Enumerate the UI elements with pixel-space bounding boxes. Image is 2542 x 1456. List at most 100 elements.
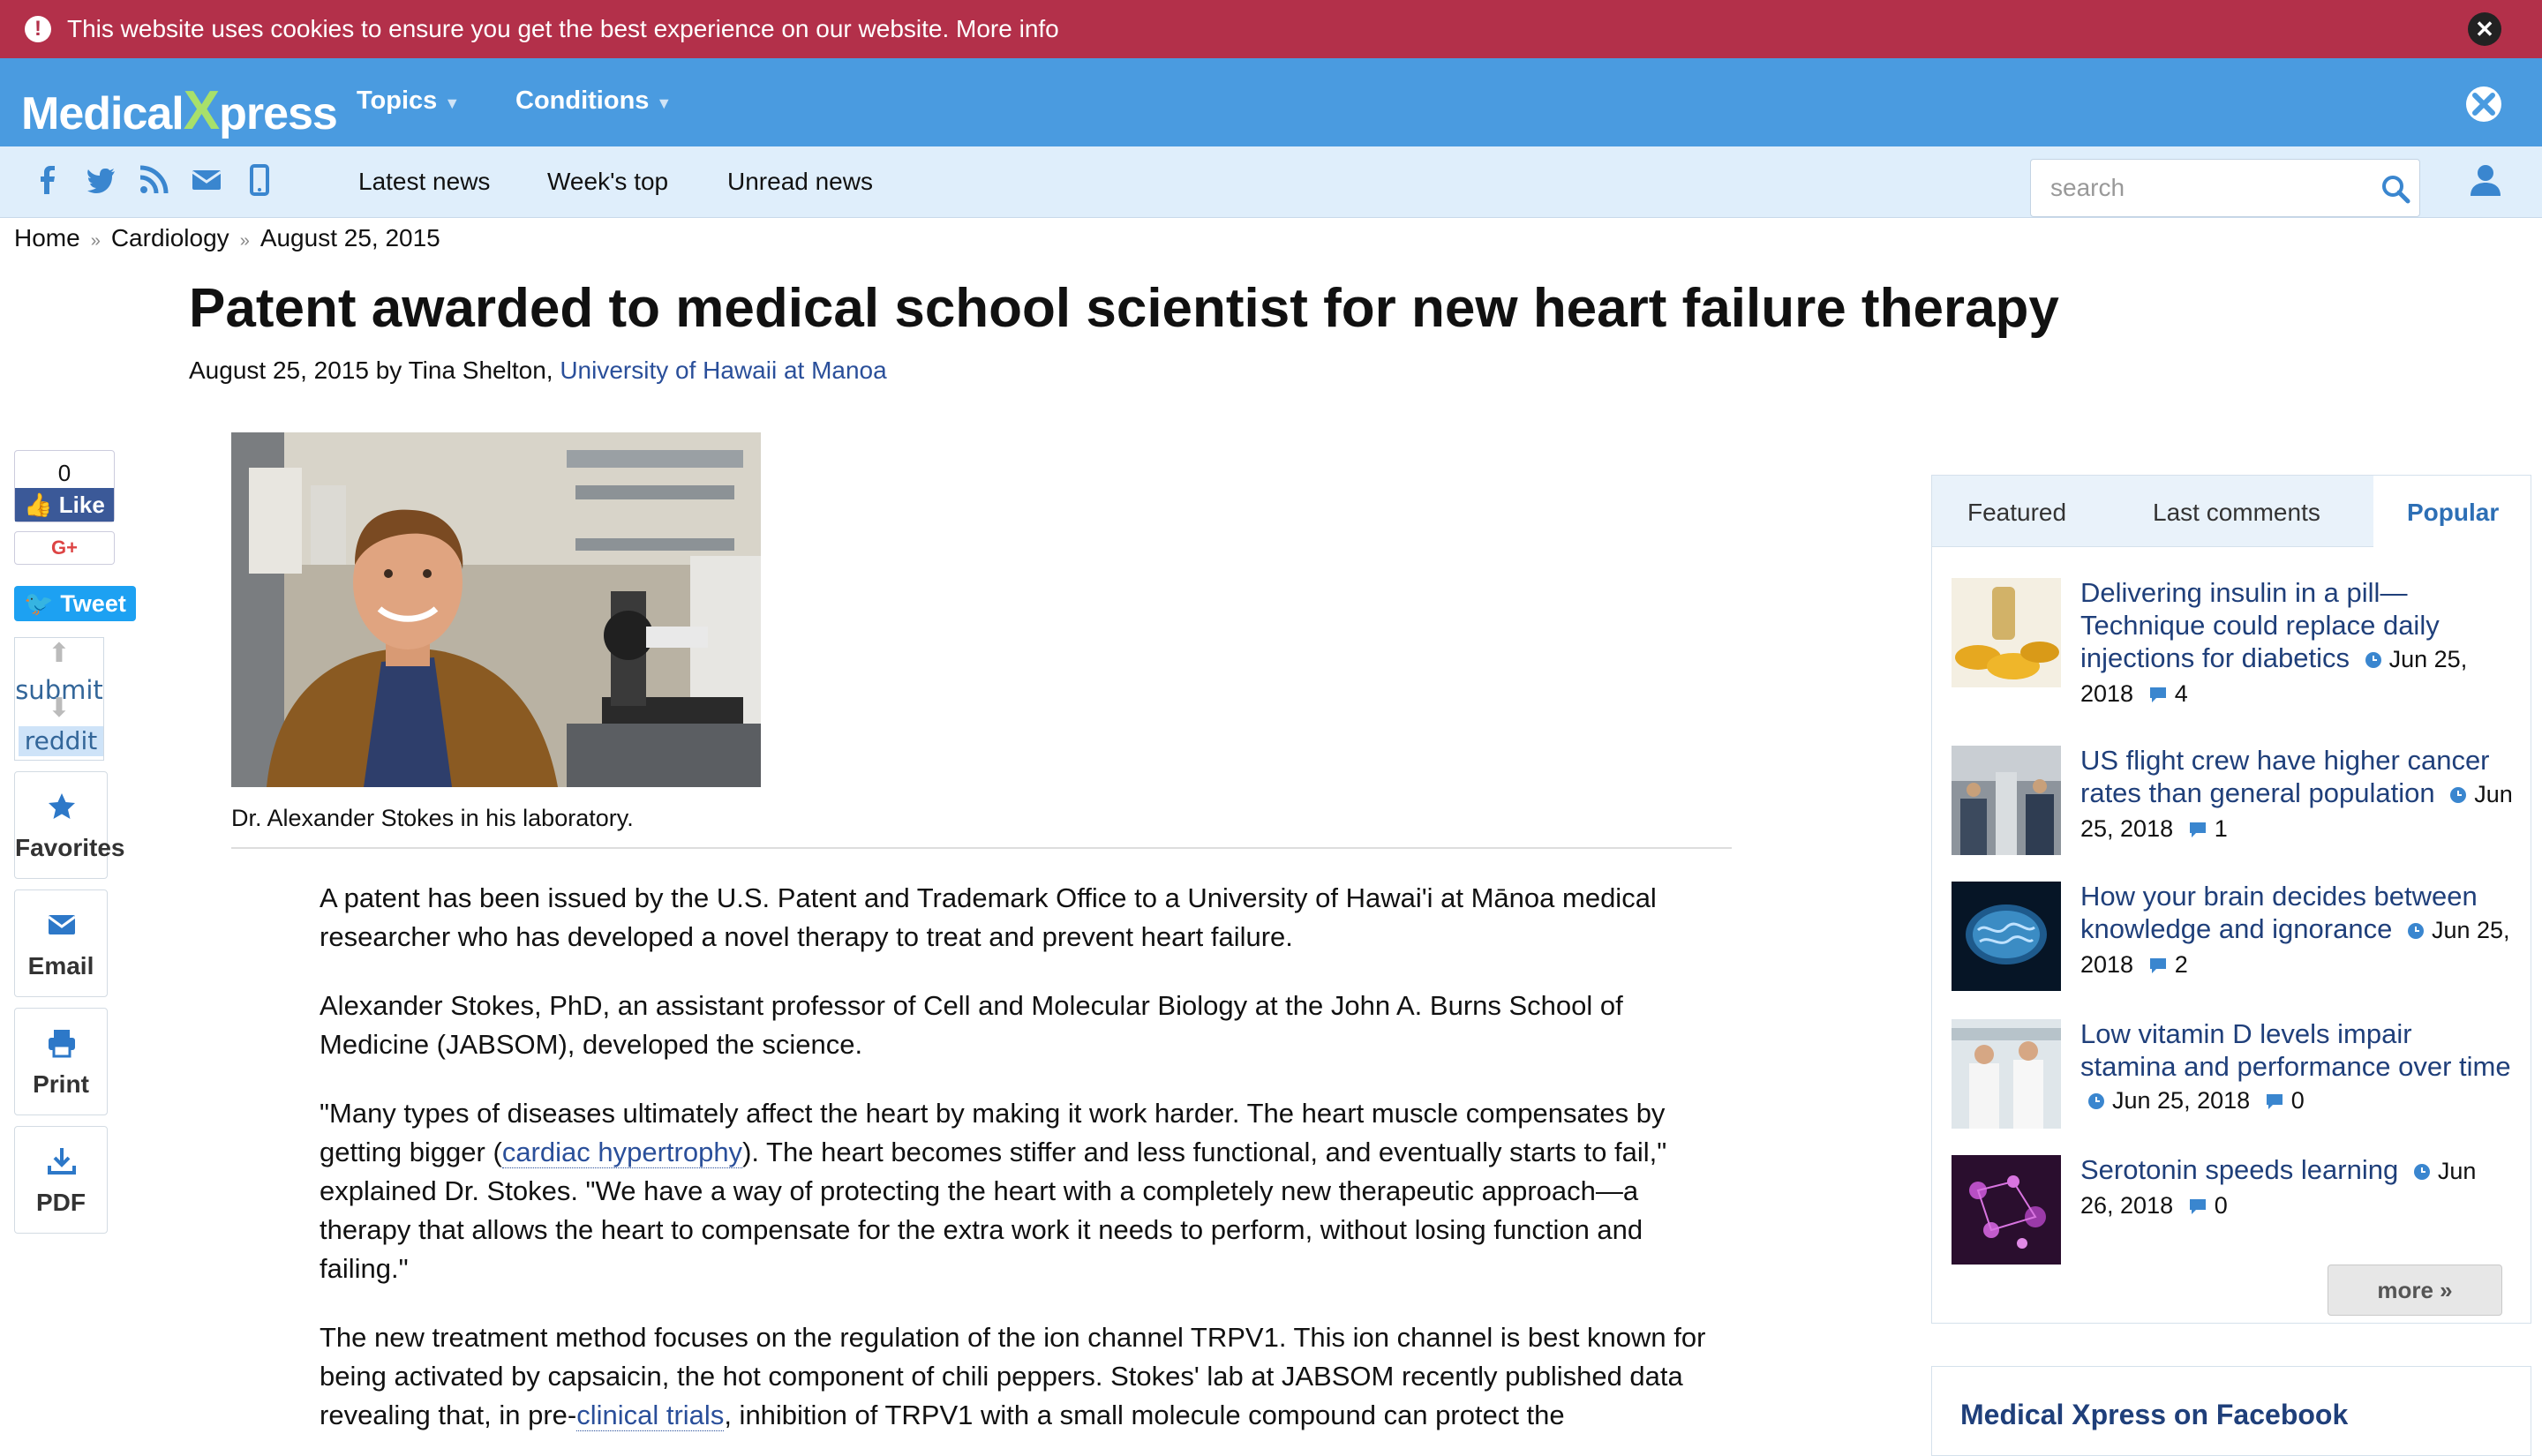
tab-last-comments[interactable]: Last comments xyxy=(2153,499,2320,527)
upvote-arrow-icon[interactable]: ⬆ xyxy=(15,638,103,669)
author-name: Tina Shelton, xyxy=(408,356,553,384)
search-input[interactable] xyxy=(2049,167,2352,209)
downvote-arrow-icon[interactable]: ⬇ xyxy=(15,693,103,724)
facebook-like-widget[interactable]: 0 👍 Like xyxy=(14,450,115,522)
clock-icon xyxy=(2088,1092,2104,1109)
story-thumbnail[interactable] xyxy=(1952,578,2061,687)
pdf-button[interactable]: PDF xyxy=(14,1126,108,1234)
paragraph-text: , inhibition of TRPV1 with a small molec… xyxy=(724,1400,1565,1430)
cookie-message: This website uses cookies to ensure you … xyxy=(67,15,1059,43)
breadcrumb: Home » Cardiology » August 25, 2015 xyxy=(14,224,440,252)
favorites-button[interactable]: Favorites xyxy=(14,771,125,879)
article-photo[interactable] xyxy=(231,432,761,787)
mail-icon[interactable] xyxy=(191,164,222,196)
comment-count: 4 xyxy=(2174,680,2188,707)
byline: August 25, 2015 by Tina Shelton, Univers… xyxy=(189,356,887,385)
reddit-label: reddit xyxy=(19,726,103,756)
comment-count: 0 xyxy=(2290,1087,2305,1114)
cardiac-hypertrophy-link[interactable]: cardiac hypertrophy xyxy=(501,1137,743,1168)
secondary-nav: Latest news Week's top Unread news xyxy=(0,146,2542,218)
weeks-top-link[interactable]: Week's top xyxy=(547,168,668,196)
more-button[interactable]: more » xyxy=(2328,1265,2502,1316)
sidebar-tabs: Featured Last comments Popular xyxy=(1932,476,2531,547)
mobile-icon[interactable] xyxy=(244,164,275,196)
story-title-link[interactable]: Delivering insulin in a pill—Technique c… xyxy=(2080,577,2440,673)
facebook-icon[interactable] xyxy=(32,164,64,196)
favorites-label: Favorites xyxy=(15,834,125,861)
story-title-link[interactable]: Serotonin speeds learning xyxy=(2080,1154,2398,1185)
site-logo[interactable]: MedicalXpress xyxy=(21,79,338,142)
download-icon xyxy=(48,1148,76,1175)
tab-popular[interactable]: Popular xyxy=(2407,499,2499,527)
print-button[interactable]: Print xyxy=(14,1008,108,1115)
comment-count: 2 xyxy=(2174,951,2188,978)
page-title: Patent awarded to medical school scienti… xyxy=(189,278,2059,339)
reddit-submit-widget[interactable]: ⬆ submit ⬇ reddit xyxy=(14,637,104,761)
like-count: 0 xyxy=(57,460,71,486)
article-paragraph: A patent has been issued by the U.S. Pat… xyxy=(320,882,1657,952)
breadcrumb-home[interactable]: Home xyxy=(14,224,80,251)
thumbs-up-icon: 👍 xyxy=(24,492,53,518)
comment-icon xyxy=(2189,1198,2206,1214)
comment-icon xyxy=(2149,957,2166,973)
story-thumbnail[interactable] xyxy=(1952,1155,2061,1265)
story-thumbnail[interactable] xyxy=(1952,746,2061,855)
print-label: Print xyxy=(33,1070,89,1098)
facebook-like-button[interactable]: 👍 Like xyxy=(15,488,114,522)
divider xyxy=(231,847,1732,849)
nav-topics[interactable]: Topics ▼ xyxy=(357,86,460,116)
facebook-widget: Medical Xpress on Facebook xyxy=(1931,1366,2531,1456)
latest-news-link[interactable]: Latest news xyxy=(358,168,490,196)
article-paragraph: The new treatment method focuses on the … xyxy=(320,1318,1732,1435)
breadcrumb-date[interactable]: August 25, 2015 xyxy=(260,224,440,251)
chevron-down-icon: ▼ xyxy=(444,94,461,112)
clock-icon xyxy=(2450,786,2467,803)
breadcrumb-cardiology[interactable]: Cardiology xyxy=(111,224,229,251)
twitter-bird-icon: 🐦 xyxy=(24,590,54,617)
tweet-button[interactable]: 🐦 Tweet xyxy=(14,586,136,621)
cookie-more-info-link[interactable]: More info xyxy=(956,15,1059,42)
clock-icon xyxy=(2407,922,2424,939)
article-paragraph: Alexander Stokes, PhD, an assistant prof… xyxy=(320,990,1623,1060)
unread-news-link[interactable]: Unread news xyxy=(727,168,873,196)
story-thumbnail[interactable] xyxy=(1952,1019,2061,1129)
cookie-text: This website uses cookies to ensure you … xyxy=(67,15,950,42)
twitter-icon[interactable] xyxy=(85,164,117,196)
nav-conditions-label: Conditions xyxy=(515,86,650,115)
email-label: Email xyxy=(27,952,94,979)
mail-icon xyxy=(48,915,76,934)
google-plus-button[interactable]: G+ xyxy=(14,531,115,565)
story-thumbnail[interactable] xyxy=(1952,882,2061,991)
story-title-link[interactable]: Low vitamin D levels impair stamina and … xyxy=(2080,1018,2511,1082)
logo-text-right: press xyxy=(219,88,338,139)
alert-icon: ! xyxy=(25,16,51,42)
scientist-lab-photo xyxy=(231,432,761,787)
logo-text-left: Medical xyxy=(21,88,184,139)
main-header: MedicalXpress Topics ▼ Conditions ▼ xyxy=(0,58,2542,146)
like-label: Like xyxy=(58,492,105,518)
byline-by: by xyxy=(375,356,402,384)
printer-icon xyxy=(49,1030,75,1058)
clinical-trials-link[interactable]: clinical trials xyxy=(576,1400,725,1431)
tweet-label: Tweet xyxy=(60,590,126,617)
close-icon[interactable]: ✕ xyxy=(2468,12,2501,46)
comment-icon xyxy=(2149,687,2166,702)
nav-conditions[interactable]: Conditions ▼ xyxy=(515,86,672,116)
institution-link[interactable]: University of Hawaii at Manoa xyxy=(560,356,886,384)
story-text: Low vitamin D levels impair stamina and … xyxy=(2080,1017,2513,1117)
tab-featured[interactable]: Featured xyxy=(1967,499,2066,527)
comment-count: 1 xyxy=(2214,815,2228,842)
xpress-close-icon[interactable] xyxy=(2464,85,2503,124)
article-date: August 25, 2015 xyxy=(189,356,369,384)
search-icon[interactable] xyxy=(2380,174,2410,204)
story-text: Serotonin speeds learning Jun 26, 2018 0 xyxy=(2080,1153,2513,1222)
user-icon[interactable] xyxy=(2468,162,2503,198)
email-button[interactable]: Email xyxy=(14,889,108,997)
gplus-label: G+ xyxy=(51,537,78,559)
clock-icon xyxy=(2365,651,2381,668)
comment-icon xyxy=(2189,822,2206,837)
rss-icon[interactable] xyxy=(138,164,169,196)
comment-count: 0 xyxy=(2214,1192,2228,1219)
story-title-link[interactable]: US flight crew have higher cancer rates … xyxy=(2080,745,2490,808)
breadcrumb-separator: » xyxy=(90,231,101,251)
